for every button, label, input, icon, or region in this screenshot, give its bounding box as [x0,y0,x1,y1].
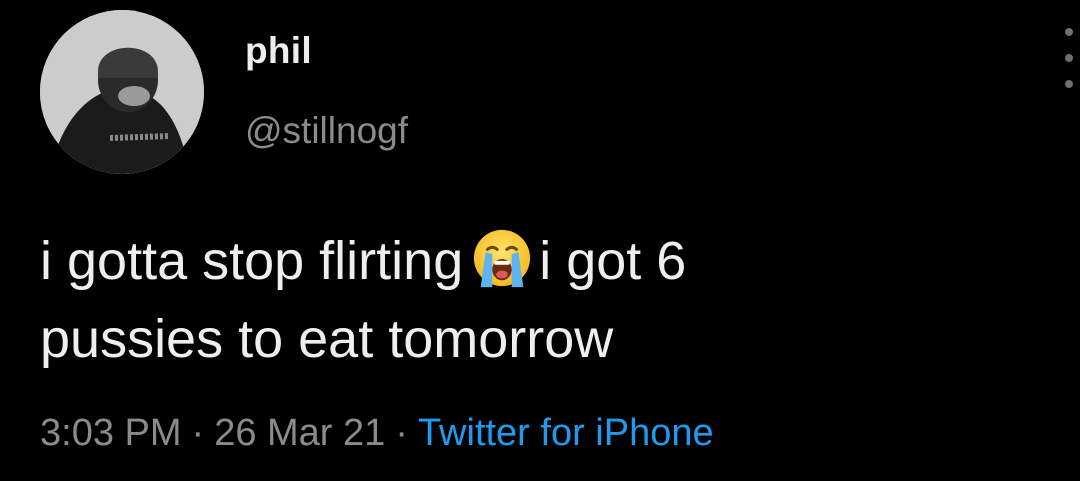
tweet-metadata: 3:03 PM · 26 Mar 21 · Twitter for iPhone [40,412,714,455]
username-handle[interactable]: @stillnogf [245,110,408,152]
avatar[interactable] [40,10,204,174]
more-options-button[interactable] [1058,28,1080,88]
tweet-text-segment: i got 6 [539,231,687,291]
avatar-photo-icon [40,10,204,174]
more-dot-icon [1065,28,1073,36]
meta-separator: · [395,412,408,454]
tweet-text-line-1: i gotta stop flirting i got 6 [40,222,1040,300]
loudly-crying-face-icon [471,227,533,289]
more-dot-icon [1065,80,1073,88]
tweet-date[interactable]: 26 Mar 21 [214,412,385,454]
meta-separator: · [191,412,205,454]
tweet-source-link[interactable]: Twitter for iPhone [418,412,714,454]
tweet-text-line-2: pussies to eat tomorrow [40,309,614,369]
tweet-text: i gotta stop flirting i got 6 pussies to… [40,222,1040,378]
display-name[interactable]: phil [245,30,312,72]
tweet-card: phil @stillnogf i gotta stop flirting i … [0,0,1080,481]
more-dot-icon [1065,54,1073,62]
tweet-time[interactable]: 3:03 PM [40,412,182,454]
tweet-text-segment: i gotta stop flirting [40,231,464,291]
